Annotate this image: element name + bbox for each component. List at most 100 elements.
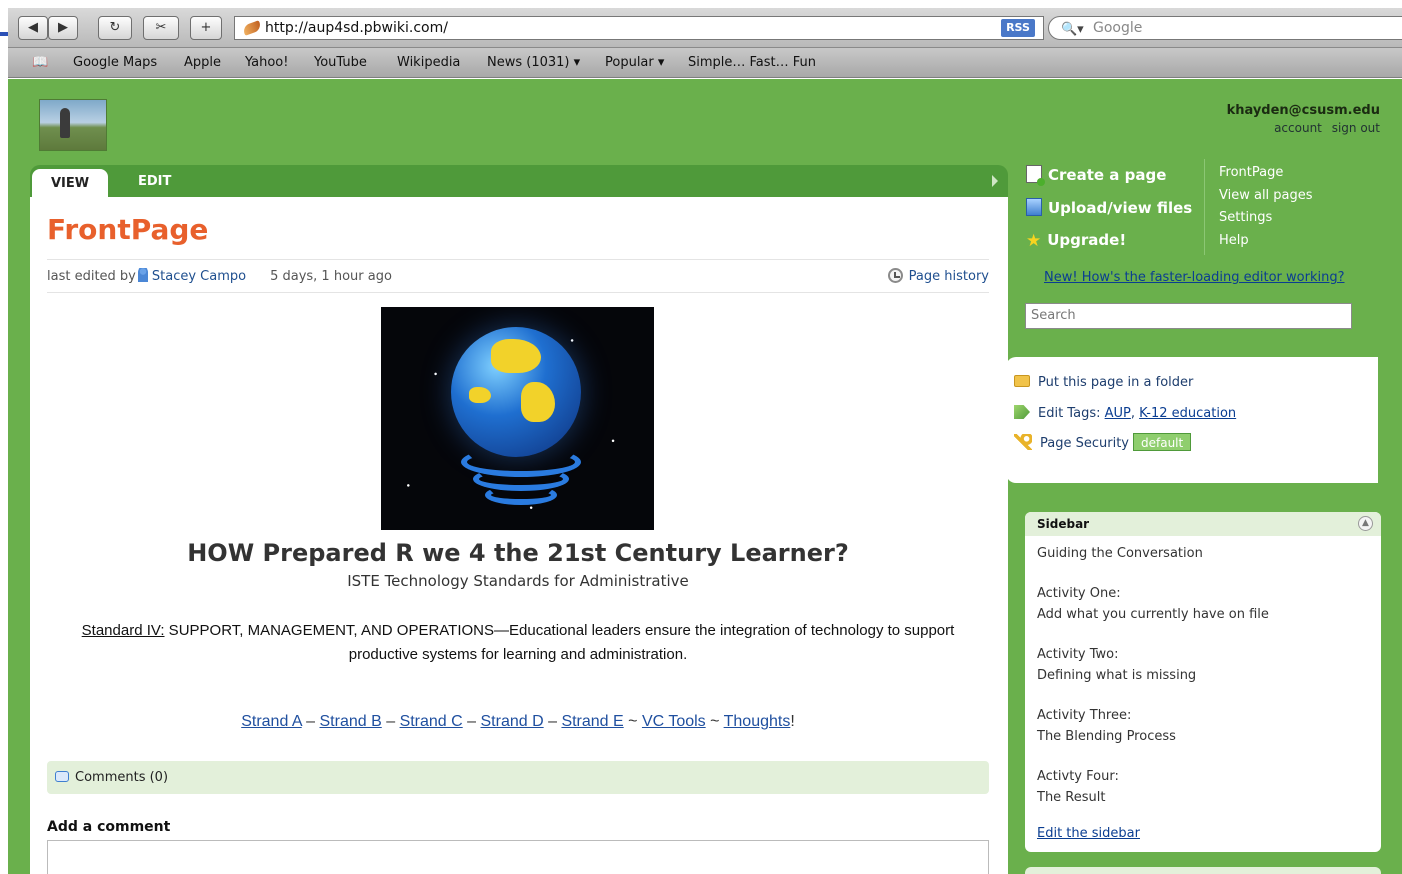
- tab-edit[interactable]: EDIT: [138, 171, 171, 193]
- title-divider: [47, 259, 989, 260]
- new-page-icon: [1026, 165, 1045, 186]
- author-link[interactable]: Stacey Campo: [152, 269, 246, 284]
- separator: ~: [705, 713, 724, 730]
- page-tools-panel: Put this page in a folder Edit Tags: AUP…: [1006, 357, 1378, 483]
- bookmark-simple-fast-fun[interactable]: Simple… Fast… Fun: [688, 55, 816, 70]
- sidebar-line: Activity One:: [1037, 586, 1121, 601]
- logo-statue-figure: [60, 108, 70, 138]
- bookmark-wikipedia[interactable]: Wikipedia: [397, 55, 460, 70]
- quick-link-settings[interactable]: Settings: [1219, 210, 1272, 225]
- upgrade-label: Upgrade!: [1047, 231, 1127, 249]
- add-comment-heading: Add a comment: [47, 819, 171, 835]
- thoughts-link[interactable]: Thoughts: [724, 713, 791, 730]
- quick-link-frontpage[interactable]: FrontPage: [1219, 165, 1283, 180]
- tab-bar-arrow-icon[interactable]: [992, 175, 998, 187]
- create-page-link[interactable]: Create a page: [1026, 165, 1167, 186]
- globe-land: [491, 339, 541, 373]
- editor-feedback-link[interactable]: New! How's the faster-loading editor wor…: [1044, 270, 1345, 285]
- forward-icon: ▶: [58, 20, 68, 35]
- exclamation: !: [790, 713, 795, 730]
- bookmark-news[interactable]: News (1031) ▾: [487, 55, 580, 70]
- globe-land: [521, 382, 555, 422]
- tag-k12-link[interactable]: K-12 education: [1139, 406, 1236, 421]
- comment-textarea[interactable]: [47, 840, 989, 874]
- reload-button[interactable]: ↻: [98, 16, 132, 40]
- folder-link[interactable]: Put this page in a folder: [1014, 375, 1193, 390]
- url-text: http://aup4sd.pbwiki.com/: [265, 20, 448, 36]
- strand-a-link[interactable]: Strand A: [241, 713, 302, 730]
- wiki-search-input[interactable]: Search: [1025, 303, 1352, 329]
- separator: –: [381, 713, 400, 730]
- strand-e-link[interactable]: Strand E: [561, 713, 623, 730]
- strand-links: Strand A – Strand B – Strand C – Strand …: [47, 713, 989, 731]
- sign-out-link[interactable]: sign out: [1332, 121, 1380, 135]
- bookmark-yahoo[interactable]: Yahoo!: [245, 55, 288, 70]
- edit-sidebar-link[interactable]: Edit the sidebar: [1037, 826, 1140, 841]
- standard-text-2: productive systems for learning and admi…: [348, 646, 688, 663]
- bookmark-popular[interactable]: Popular ▾: [605, 55, 664, 70]
- bookmark-apple[interactable]: Apple: [184, 55, 221, 70]
- user-links: account sign out: [1268, 121, 1380, 135]
- tag-icon: [1014, 405, 1030, 419]
- plus-icon: +: [200, 20, 212, 35]
- standard-text-1: SUPPORT, MANAGEMENT, AND OPERATIONS—Educ…: [164, 622, 955, 639]
- comments-toggle[interactable]: Comments (0): [47, 761, 989, 794]
- back-button[interactable]: ◀: [18, 16, 48, 40]
- star-icon: ★: [1026, 231, 1042, 251]
- sidebar-line: The Result: [1037, 790, 1106, 805]
- rss-button[interactable]: RSS: [1001, 19, 1035, 37]
- sidebar-title: Sidebar: [1037, 517, 1090, 531]
- edit-tags-label[interactable]: Edit Tags:: [1038, 406, 1100, 421]
- sidebar-header: Sidebar ▲: [1025, 512, 1381, 536]
- upload-icon: [1026, 198, 1042, 216]
- quick-link-help[interactable]: Help: [1219, 233, 1249, 248]
- speech-bubble-icon: [55, 771, 69, 782]
- upload-files-link[interactable]: Upload/view files: [1026, 198, 1192, 217]
- account-link[interactable]: account: [1274, 121, 1322, 135]
- add-bookmark-button[interactable]: +: [190, 16, 222, 40]
- folder-label: Put this page in a folder: [1038, 375, 1194, 390]
- standard-label: Standard IV:: [81, 622, 165, 639]
- page-security-row: Page Security default: [1014, 433, 1192, 451]
- edit-tags-row: Edit Tags: AUP, K-12 education: [1014, 405, 1236, 421]
- strand-c-link[interactable]: Strand C: [400, 713, 463, 730]
- edit-time: 5 days, 1 hour ago: [270, 269, 392, 284]
- separator: ~: [623, 713, 642, 730]
- sidebar-line: Activity Two:: [1037, 647, 1119, 662]
- vc-tools-link[interactable]: VC Tools: [642, 713, 706, 730]
- snip-button[interactable]: ✂: [143, 16, 179, 40]
- globe-land: [469, 387, 491, 403]
- page-history-link[interactable]: Page history: [887, 268, 989, 284]
- separator: –: [301, 713, 320, 730]
- open-book-icon[interactable]: 📖: [32, 55, 48, 70]
- strand-d-link[interactable]: Strand D: [481, 713, 544, 730]
- site-logo[interactable]: [39, 99, 107, 151]
- standard-paragraph: Standard IV: SUPPORT, MANAGEMENT, AND OP…: [47, 619, 989, 667]
- back-icon: ◀: [28, 20, 38, 35]
- upload-label: Upload/view files: [1048, 199, 1193, 217]
- folder-icon: [1014, 375, 1030, 387]
- comments-label: Comments (0): [75, 770, 169, 785]
- collapse-icon[interactable]: ▲: [1358, 516, 1373, 531]
- bookmark-youtube[interactable]: YouTube: [314, 55, 367, 70]
- separator: –: [462, 713, 481, 730]
- address-bar[interactable]: http://aup4sd.pbwiki.com/: [234, 16, 1044, 40]
- meta-prefix: last edited by: [47, 269, 136, 284]
- quick-link-all-pages[interactable]: View all pages: [1219, 188, 1313, 203]
- security-badge[interactable]: default: [1133, 433, 1192, 451]
- sidebar-line: Activity Three:: [1037, 708, 1132, 723]
- tab-view[interactable]: VIEW: [32, 169, 108, 199]
- bookmarks-bar: 📖 Google Maps Apple Yahoo! YouTube Wikip…: [8, 48, 1402, 78]
- browser-search-input[interactable]: 🔍▾ Google: [1048, 16, 1402, 40]
- globe-image: [381, 307, 654, 530]
- forward-button[interactable]: ▶: [48, 16, 78, 40]
- sidebar-line: Guiding the Conversation: [1037, 546, 1203, 561]
- favicon-icon: [241, 20, 263, 36]
- separator: –: [543, 713, 562, 730]
- bookmark-google-maps[interactable]: Google Maps: [73, 55, 157, 70]
- strand-b-link[interactable]: Strand B: [320, 713, 382, 730]
- create-page-label: Create a page: [1048, 166, 1167, 184]
- upgrade-link[interactable]: ★ Upgrade!: [1026, 231, 1126, 250]
- page-security-link[interactable]: Page Security: [1040, 436, 1129, 451]
- tag-aup-link[interactable]: AUP: [1105, 406, 1131, 421]
